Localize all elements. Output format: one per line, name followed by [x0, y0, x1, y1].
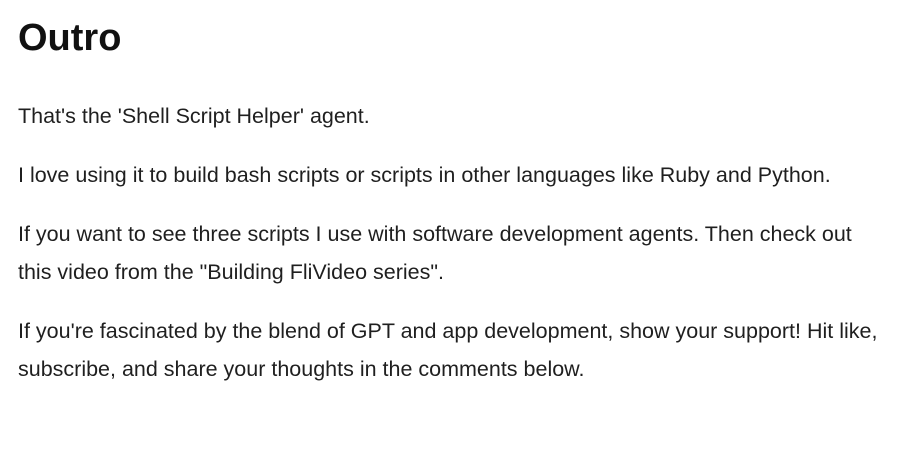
video-reference-paragraph: If you want to see three scripts I use w…	[18, 222, 852, 284]
section-heading: Outro	[18, 17, 122, 59]
intro-paragraph: That's the 'Shell Script Helper' agent.	[18, 104, 370, 128]
call-to-action-paragraph: If you're fascinated by the blend of GPT…	[18, 319, 878, 381]
usage-paragraph: I love using it to build bash scripts or…	[18, 163, 831, 187]
document: Outro That's the 'Shell Script Helper' a…	[0, 16, 899, 388]
